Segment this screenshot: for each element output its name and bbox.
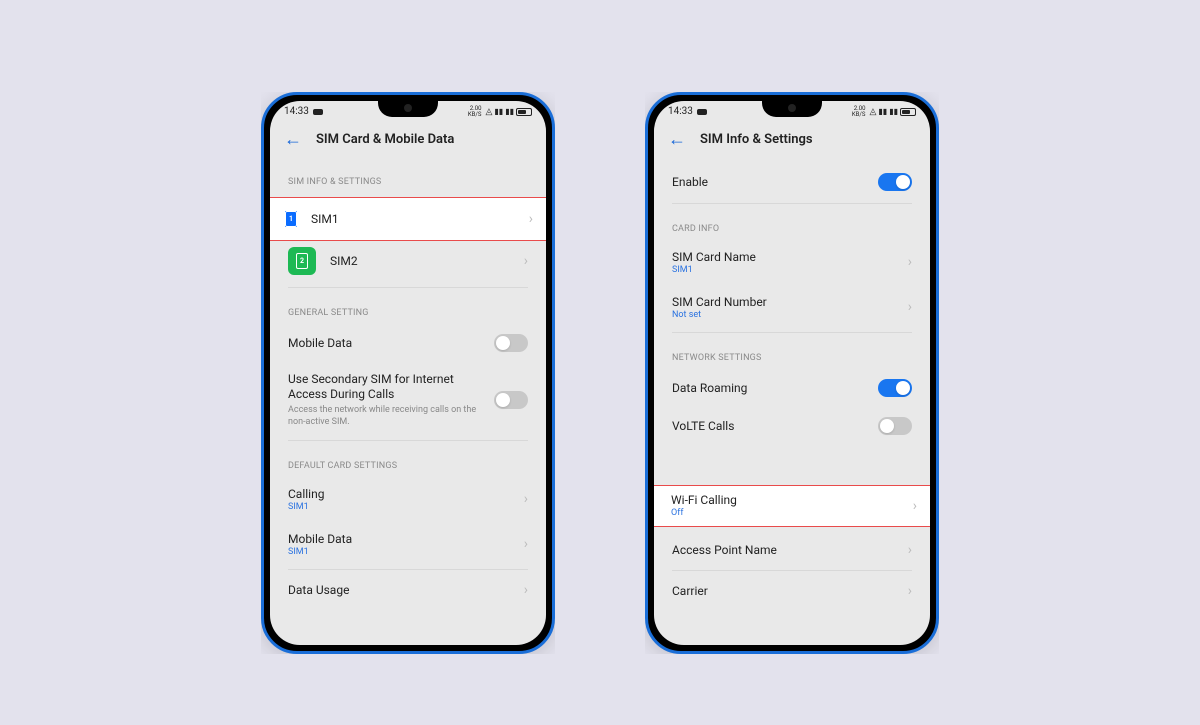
- screen: 14:33 2.00KB/S ◬ ▮▮ ▮▮ ← SIM Info & Sett…: [654, 101, 930, 645]
- row-sim1[interactable]: 1 SIM1 ›: [270, 197, 546, 241]
- row-sim2[interactable]: 2 SIM2 ›: [270, 237, 546, 285]
- section-header-default: DEFAULT CARD SETTINGS: [270, 443, 546, 477]
- chevron-right-icon: ›: [529, 211, 533, 227]
- wifi-calling-label: Wi-Fi Calling: [671, 493, 913, 507]
- sim2-label: SIM2: [330, 254, 510, 268]
- row-default-mobile-data[interactable]: Mobile Data SIM1 ›: [270, 522, 546, 567]
- chevron-right-icon: ›: [908, 542, 912, 558]
- battery-icon: [516, 108, 532, 116]
- notch: [378, 101, 438, 117]
- secondary-sim-toggle[interactable]: [494, 391, 528, 409]
- page-title: SIM Info & Settings: [700, 132, 813, 147]
- row-sim-name[interactable]: SIM Card Name SIM1 ›: [654, 240, 930, 285]
- chevron-right-icon: ›: [908, 583, 912, 599]
- title-bar: ← SIM Info & Settings: [654, 123, 930, 159]
- chevron-right-icon: ›: [524, 491, 528, 507]
- signal-icon-2: ▮▮: [889, 107, 898, 116]
- notch: [762, 101, 822, 117]
- row-carrier[interactable]: Carrier ›: [654, 573, 930, 609]
- enable-toggle[interactable]: [878, 173, 912, 191]
- chevron-right-icon: ›: [908, 254, 912, 270]
- sim2-icon: 2: [288, 247, 316, 275]
- row-secondary-sim[interactable]: Use Secondary SIM for Internet Access Du…: [270, 362, 546, 438]
- row-data-usage[interactable]: Data Usage ›: [270, 572, 546, 608]
- page-title: SIM Card & Mobile Data: [316, 132, 454, 147]
- title-bar: ← SIM Card & Mobile Data: [270, 123, 546, 159]
- sim1-icon: 1: [285, 211, 297, 227]
- phone-mockup-2: 14:33 2.00KB/S ◬ ▮▮ ▮▮ ← SIM Info & Sett…: [645, 92, 939, 654]
- chevron-right-icon: ›: [913, 498, 917, 514]
- phone-mockup-1: 14:33 2.00KB/S ◬ ▮▮ ▮▮ ← SIM Card & Mobi…: [261, 92, 555, 654]
- section-header-card-info: CARD INFO: [654, 206, 930, 240]
- wifi-calling-value: Off: [671, 508, 913, 518]
- screen: 14:33 2.00KB/S ◬ ▮▮ ▮▮ ← SIM Card & Mobi…: [270, 101, 546, 645]
- chevron-right-icon: ›: [524, 253, 528, 269]
- row-enable[interactable]: Enable: [654, 159, 930, 201]
- status-time: 14:33: [668, 106, 693, 117]
- chevron-right-icon: ›: [908, 299, 912, 315]
- rec-icon: [697, 109, 707, 115]
- row-mobile-data[interactable]: Mobile Data: [270, 324, 546, 362]
- status-time: 14:33: [284, 106, 309, 117]
- signal-icon: ▮▮: [494, 107, 503, 116]
- row-volte[interactable]: VoLTE Calls: [654, 407, 930, 445]
- row-apn[interactable]: Access Point Name ›: [654, 532, 930, 568]
- signal-icon: ▮▮: [878, 107, 887, 116]
- mobile-data-toggle[interactable]: [494, 334, 528, 352]
- back-icon[interactable]: ←: [668, 131, 686, 149]
- wifi-icon: ◬: [485, 107, 492, 117]
- volte-toggle[interactable]: [878, 417, 912, 435]
- chevron-right-icon: ›: [524, 582, 528, 598]
- section-header-general: GENERAL SETTING: [270, 290, 546, 324]
- section-header-network: NETWORK SETTINGS: [654, 335, 930, 369]
- row-sim-number[interactable]: SIM Card Number Not set ›: [654, 285, 930, 330]
- sim1-label: SIM1: [311, 212, 339, 226]
- data-roaming-toggle[interactable]: [878, 379, 912, 397]
- wifi-icon: ◬: [869, 107, 876, 117]
- back-icon[interactable]: ←: [284, 131, 302, 149]
- chevron-right-icon: ›: [524, 536, 528, 552]
- battery-icon: [900, 108, 916, 116]
- row-wifi-calling[interactable]: Wi-Fi Calling Off ›: [654, 485, 930, 527]
- signal-icon-2: ▮▮: [505, 107, 514, 116]
- row-calling[interactable]: Calling SIM1 ›: [270, 477, 546, 522]
- section-header-sim-info: SIM INFO & SETTINGS: [270, 159, 546, 193]
- rec-icon: [313, 109, 323, 115]
- row-data-roaming[interactable]: Data Roaming: [654, 369, 930, 407]
